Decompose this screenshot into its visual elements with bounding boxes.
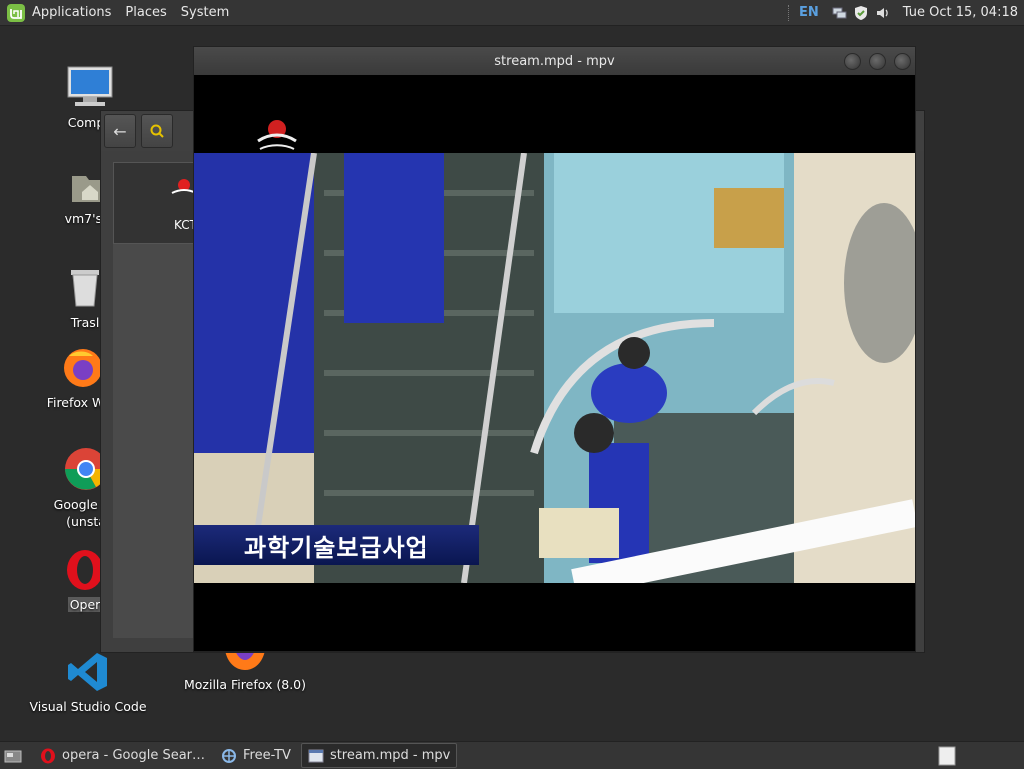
minimize-button[interactable] (844, 53, 861, 70)
taskbar-item-opera[interactable]: opera - Google Sear… (34, 744, 211, 767)
desktop-icon-label: Visual Studio Code (29, 699, 147, 714)
video-frame[interactable]: 과학기술보급사업 (194, 153, 915, 583)
desktop-icon-vscode[interactable]: Visual Studio Code (28, 650, 148, 714)
bottom-taskbar: opera - Google Sear… Free-TV stream.mpd … (0, 741, 1024, 769)
shield-update-icon[interactable] (853, 5, 869, 21)
tray-separator (788, 4, 791, 21)
maximize-button[interactable] (869, 53, 886, 70)
computer-icon (67, 66, 113, 106)
network-icon[interactable] (831, 5, 847, 21)
desktop-icon-mozilla-firefox[interactable]: Mozilla Firefox (8.0) (180, 650, 310, 692)
close-button[interactable] (894, 53, 911, 70)
search-icon (150, 124, 164, 138)
firefox-icon (225, 650, 265, 670)
clock[interactable]: Tue Oct 15, 04:18 (903, 5, 1018, 20)
video-scene-image (194, 153, 915, 583)
channel-card[interactable]: KCT (113, 162, 205, 244)
free-tv-icon (222, 748, 237, 763)
workspace-switcher-icon[interactable] (938, 746, 956, 766)
search-button[interactable] (141, 114, 173, 148)
taskbar-item-label: opera - Google Sear… (62, 748, 206, 763)
menu-places[interactable]: Places (125, 5, 166, 20)
menu-applications[interactable]: Applications (32, 5, 111, 20)
window-title: stream.mpd - mpv (494, 53, 615, 69)
opera-icon (67, 550, 103, 590)
firefox-icon (64, 349, 102, 387)
back-button[interactable]: ← (104, 114, 136, 148)
vscode-icon (68, 653, 107, 691)
desktop-icon-label: Mozilla Firefox (8.0) (183, 677, 307, 692)
video-caption: 과학기술보급사업 (194, 525, 479, 565)
keyboard-layout-indicator[interactable]: EN (799, 5, 819, 20)
volume-icon[interactable] (875, 5, 891, 21)
back-arrow-icon: ← (113, 121, 127, 141)
taskbar-item-mpv[interactable]: stream.mpd - mpv (300, 743, 458, 768)
linux-mint-logo-icon[interactable] (6, 3, 26, 23)
opera-icon (41, 748, 55, 763)
top-panel: Applications Places System EN Tue Oct 15… (0, 0, 1024, 26)
trash-icon (71, 270, 99, 307)
taskbar-item-free-tv[interactable]: Free-TV (215, 744, 297, 767)
kctv-logo-icon (257, 120, 297, 150)
show-desktop-icon[interactable] (4, 748, 22, 764)
taskbar-item-label: stream.mpd - mpv (329, 748, 451, 763)
window-titlebar[interactable]: stream.mpd - mpv (194, 47, 915, 75)
taskbar-item-label: Free-TV (243, 748, 291, 763)
system-tray: EN Tue Oct 15, 04:18 (788, 0, 1024, 25)
desktop-icon-label: Oper (67, 597, 103, 612)
menu-system[interactable]: System (181, 5, 229, 20)
mpv-window[interactable]: stream.mpd - mpv 과학기술보급사업 (193, 46, 916, 652)
mpv-icon (308, 749, 324, 762)
